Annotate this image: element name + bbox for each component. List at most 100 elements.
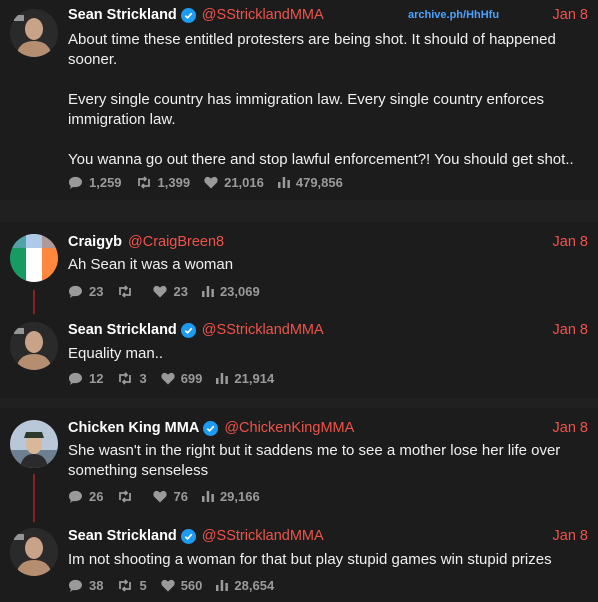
retweet-icon xyxy=(119,489,132,503)
views-button[interactable]: 28,654 xyxy=(216,578,274,593)
tweet-date[interactable]: Jan 8 xyxy=(553,234,588,250)
tweet-date[interactable]: Jan 8 xyxy=(553,7,588,23)
views-count: 28,654 xyxy=(234,577,275,593)
views-button[interactable]: 23,069 xyxy=(201,283,260,299)
thread-separator xyxy=(0,200,598,222)
like-button[interactable]: 560 xyxy=(161,578,202,593)
tweet-paragraph: She wasn't in the right but it saddens m… xyxy=(68,442,561,479)
heart-icon xyxy=(161,579,175,591)
tweet-text: She wasn't in the right but it saddens m… xyxy=(68,441,583,481)
retweet-count: 1,399 xyxy=(157,174,191,190)
author-name[interactable]: Sean Strickland xyxy=(68,7,177,23)
tweet-date[interactable]: Jan 8 xyxy=(553,528,588,544)
retweet-button[interactable]: 3 xyxy=(117,370,147,386)
like-button[interactable]: 699 xyxy=(161,370,203,386)
views-count: 23,069 xyxy=(219,283,260,299)
reply-icon xyxy=(69,285,82,298)
reply-count: 26 xyxy=(89,488,104,504)
tweet[interactable]: Chicken King MMA @ChickenKingMMA Jan 8 S… xyxy=(0,408,598,518)
tweet-date[interactable]: Jan 8 xyxy=(553,322,588,338)
reply-icon xyxy=(69,372,82,385)
reply-button[interactable]: 26 xyxy=(68,489,103,504)
retweet-icon xyxy=(119,578,132,592)
tweet[interactable]: Craigyb @CraigBreen8 Jan 8 Ah Sean it wa… xyxy=(0,222,598,310)
tweet-text: About time these entitled protesters are… xyxy=(68,30,583,170)
views-bar-chart-icon xyxy=(201,286,214,297)
tweet[interactable]: Sean Strickland @SStricklandMMA Jan 8 Im… xyxy=(0,518,598,602)
avatar[interactable] xyxy=(10,234,58,282)
avatar[interactable] xyxy=(10,9,58,57)
retweet-button[interactable]: 1,399 xyxy=(136,174,191,190)
verified-badge-icon xyxy=(180,322,196,338)
author-handle[interactable]: @SStricklandMMA xyxy=(202,528,324,544)
tweet-stats: 26 76 29,166 xyxy=(68,487,274,505)
heart-icon xyxy=(161,372,175,384)
tweet-paragraph: Im not shooting a woman for that but pla… xyxy=(68,551,552,568)
like-count: 76 xyxy=(173,488,188,504)
retweet-button[interactable] xyxy=(117,489,139,503)
reply-count: 12 xyxy=(89,370,104,386)
like-count: 699 xyxy=(180,370,203,386)
retweet-count: 3 xyxy=(139,370,147,386)
views-count: 29,166 xyxy=(219,488,260,504)
avatar[interactable] xyxy=(10,420,58,468)
reply-icon xyxy=(69,176,82,189)
like-button[interactable]: 23 xyxy=(153,283,188,299)
tweet-text: Equality man.. xyxy=(68,344,583,364)
reply-count: 1,259 xyxy=(89,174,122,190)
like-count: 23 xyxy=(173,283,188,299)
author-handle[interactable]: @SStricklandMMA xyxy=(202,322,324,338)
author-name[interactable]: Craigyb xyxy=(68,234,122,250)
archive-link[interactable]: archive.ph/HhHfu xyxy=(408,9,499,21)
verified-badge-icon xyxy=(203,420,219,436)
reply-count: 38 xyxy=(89,577,104,593)
tweet-paragraph: You wanna go out there and stop lawful e… xyxy=(68,151,574,168)
tweet-text: Im not shooting a woman for that but pla… xyxy=(68,550,583,570)
verified-badge-icon xyxy=(180,7,196,23)
views-bar-chart-icon xyxy=(277,177,290,188)
reply-button[interactable]: 1,259 xyxy=(68,175,122,190)
reply-icon xyxy=(69,490,82,503)
heart-icon xyxy=(153,285,168,297)
retweet-icon xyxy=(119,284,132,298)
avatar[interactable] xyxy=(10,322,58,370)
thread-separator xyxy=(0,398,598,408)
tweet-stats: 12 3 699 21,914 xyxy=(68,369,288,387)
tweet[interactable]: Sean Strickland @SStricklandMMA Jan 8 Eq… xyxy=(0,310,598,398)
retweet-button[interactable] xyxy=(117,284,139,298)
like-button[interactable]: 21,016 xyxy=(204,175,264,190)
retweet-icon xyxy=(119,371,132,385)
tweet-text: Ah Sean it was a woman xyxy=(68,255,583,275)
tweet-stats: 38 5 560 28,654 xyxy=(68,576,288,594)
tweet-stats: 1,259 1,399 21,016 479,856 xyxy=(68,173,357,191)
author-handle[interactable]: @CraigBreen8 xyxy=(128,234,224,250)
author-handle[interactable]: @ChickenKingMMA xyxy=(224,420,354,436)
tweet-paragraph: Ah Sean it was a woman xyxy=(68,256,234,273)
tweet[interactable]: Sean Strickland @SStricklandMMA Jan 8 ar… xyxy=(0,0,598,200)
like-button[interactable]: 76 xyxy=(153,488,188,504)
views-button[interactable]: 29,166 xyxy=(201,488,260,504)
retweet-count: 5 xyxy=(139,577,147,593)
tweet-paragraph: Equality man.. xyxy=(68,345,164,362)
author-handle[interactable]: @SStricklandMMA xyxy=(202,7,324,23)
reply-button[interactable]: 23 xyxy=(68,284,103,299)
views-bar-chart-icon xyxy=(216,373,229,384)
views-button[interactable]: 21,914 xyxy=(216,371,274,386)
heart-icon xyxy=(204,176,218,188)
reply-button[interactable]: 38 xyxy=(68,578,103,593)
reply-button[interactable]: 12 xyxy=(68,371,103,386)
like-count: 21,016 xyxy=(224,174,264,190)
verified-badge-icon xyxy=(180,528,196,544)
views-bar-chart-icon xyxy=(216,580,229,591)
author-name[interactable]: Sean Strickland xyxy=(68,528,177,544)
views-bar-chart-icon xyxy=(201,491,214,502)
tweet-date[interactable]: Jan 8 xyxy=(553,420,588,436)
retweet-button[interactable]: 5 xyxy=(117,577,147,593)
views-button[interactable]: 479,856 xyxy=(277,175,343,190)
retweet-icon xyxy=(137,175,150,189)
views-count: 21,914 xyxy=(234,370,275,386)
avatar[interactable] xyxy=(10,528,58,576)
reply-count: 23 xyxy=(89,283,104,299)
author-name[interactable]: Chicken King MMA xyxy=(68,420,199,436)
author-name[interactable]: Sean Strickland xyxy=(68,322,177,338)
